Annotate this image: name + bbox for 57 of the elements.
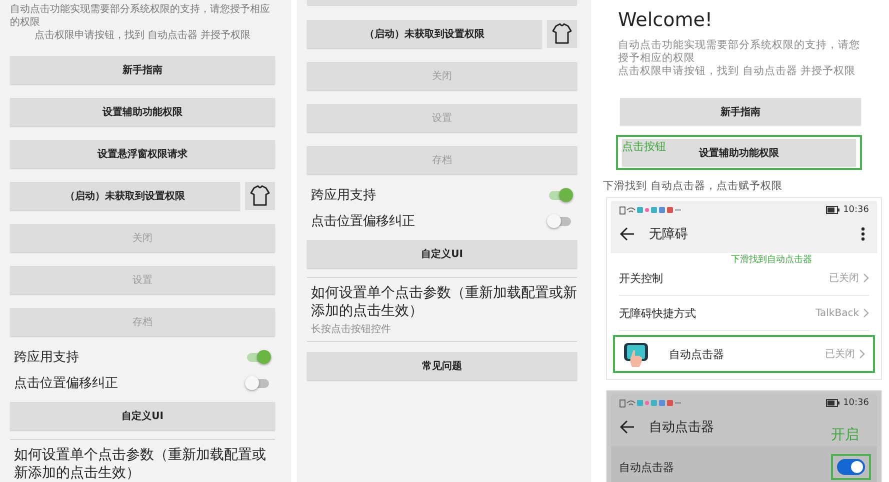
chevron-icon	[863, 308, 869, 318]
toggle-switch[interactable]	[837, 459, 865, 475]
action-button[interactable]: （启动）未获取到设置权限	[10, 182, 240, 210]
shirt-button[interactable]	[245, 182, 275, 210]
screen-title: 无障碍	[649, 226, 688, 243]
action-button[interactable]: 常见问题	[307, 352, 577, 380]
row-value: TalkBack	[816, 308, 859, 318]
action-button[interactable]: （启动）未获取到设置权限	[307, 20, 542, 48]
settings-row[interactable]: 无障碍快捷方式 TalkBack	[619, 296, 869, 331]
row-label: 自动点击器	[669, 346, 724, 362]
row-value: 已关闭	[829, 272, 859, 285]
row-label: 开关控制	[619, 270, 663, 286]
battery-icon	[826, 398, 840, 406]
row-value: 已关闭	[825, 348, 855, 361]
switch-label: 跨应用支持	[14, 349, 79, 366]
instruction-text: 点击权限申请按钮，找到 自动点击器 并授予权限	[34, 29, 251, 42]
row-label: 无障碍快捷方式	[619, 306, 696, 320]
action-button[interactable]: 新手指南	[620, 98, 861, 125]
back-icon	[619, 420, 635, 434]
action-button[interactable]: 设置悬浮窗权限请求	[10, 140, 275, 168]
intro-text: 自动点击功能实现需要部分系统权限的支持，请您授予相应的权限	[618, 39, 861, 65]
toggle-switch[interactable]	[247, 352, 269, 362]
toggle-switch[interactable]	[247, 378, 269, 388]
annotation-text: 开启	[831, 426, 859, 444]
clock-text: 10:36	[843, 204, 869, 214]
action-button[interactable]: 新手指南	[10, 56, 275, 84]
intro-text: 点击权限申请按钮，找到 自动点击器 并授予权限	[618, 65, 857, 78]
action-button[interactable]: 自定义UI	[10, 402, 275, 430]
screen-title: 自动点击器	[649, 419, 714, 436]
action-button[interactable]: 自定义UI	[307, 240, 577, 268]
faq-title[interactable]: 如何设置单个点击参数（重新加载配置或新添加的点击生效）	[311, 284, 577, 320]
toggle-switch[interactable]	[549, 216, 571, 226]
battery-icon	[826, 206, 840, 214]
switch-label: 点击位置偏移纠正	[311, 213, 415, 230]
switch-label: 点击位置偏移纠正	[14, 375, 118, 392]
back-icon	[619, 227, 635, 241]
clock-text: 10:36	[843, 398, 869, 408]
status-icons-drawing	[619, 204, 682, 214]
welcome-title: Welcome!	[618, 9, 714, 31]
app-icon	[623, 341, 649, 367]
settings-row[interactable]: 自动点击器 已关闭	[613, 335, 875, 373]
toggle-switch[interactable]	[549, 190, 571, 200]
chevron-icon	[859, 349, 865, 359]
switch-label: 跨应用支持	[311, 187, 376, 204]
action-button[interactable]: 设置辅助功能权限	[10, 98, 275, 126]
chevron-icon	[863, 273, 869, 283]
faq-subtitle: 长按点击按钮控件	[311, 322, 392, 336]
caption-text: 下滑找到 自动点击器，点击赋予权限	[603, 179, 784, 193]
more-icon	[861, 227, 865, 241]
shirt-button[interactable]	[547, 20, 577, 48]
shirt-icon	[551, 23, 573, 45]
faq-title[interactable]: 如何设置单个点击参数（重新加载配置或新添加的点击生效）	[14, 446, 275, 482]
row-label: 自动点击器	[619, 460, 674, 474]
annotation-text: 点击按钮	[622, 139, 666, 154]
status-icons-drawing	[619, 398, 682, 408]
intro-text: 自动点击功能实现需要部分系统权限的支持，请您授予相应的权限	[10, 3, 271, 29]
shirt-icon	[249, 185, 271, 207]
